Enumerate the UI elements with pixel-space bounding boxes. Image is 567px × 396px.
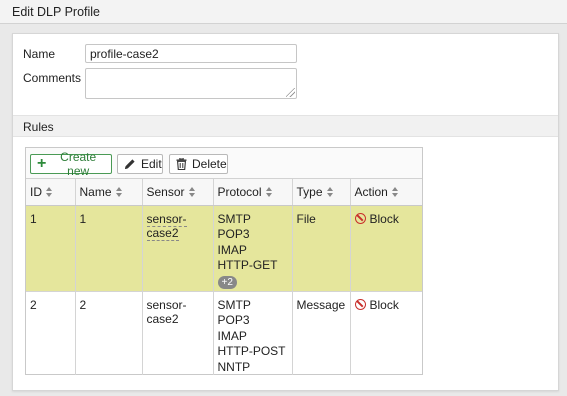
comments-label: Comments — [23, 71, 82, 85]
action-label: Block — [369, 211, 399, 226]
create-new-button[interactable]: + Create new — [30, 150, 112, 178]
protocol-item: HTTP-POST — [217, 344, 286, 358]
column-header-sensor[interactable]: Sensor — [142, 179, 214, 206]
cell-action: Block — [350, 205, 422, 292]
action-label: Block — [369, 297, 399, 312]
cell-name: 2 — [75, 291, 143, 375]
column-header-action[interactable]: Action — [350, 179, 422, 206]
column-header-name[interactable]: Name — [75, 179, 143, 206]
cell-name: 1 — [75, 205, 143, 292]
sort-icon — [46, 186, 53, 197]
sort-icon — [391, 186, 399, 197]
cell-type: File — [292, 205, 351, 292]
protocol-item: SMTP — [217, 297, 251, 312]
protocol-item: IMAP — [217, 328, 247, 343]
sort-icon — [188, 186, 196, 197]
name-input[interactable] — [85, 44, 297, 63]
column-header-id[interactable]: ID — [26, 179, 76, 206]
column-header-protocol[interactable]: Protocol — [213, 179, 293, 206]
table-row[interactable]: 2 2 sensor-case2 SMTP POP3 IMAP HTTP-POS… — [26, 291, 422, 375]
dlp-profile-panel: Name Comments Rules + Create new Edit De… — [12, 33, 559, 391]
cell-id: 2 — [26, 291, 76, 375]
table-header-row: ID Name Sensor Protocol Type Action — [26, 179, 422, 206]
column-header-type[interactable]: Type — [292, 179, 351, 206]
trash-icon — [176, 158, 187, 170]
cell-sensor: sensor-case2 — [142, 205, 214, 292]
rules-section-header: Rules — [13, 115, 558, 137]
protocol-item: POP3 — [217, 313, 250, 327]
protocol-item: NNTP — [217, 359, 251, 374]
table-row[interactable]: 1 1 sensor-case2 SMTP POP3 IMAP HTTP-GET… — [26, 205, 422, 292]
rules-toolbar: + Create new Edit Delete — [26, 148, 422, 179]
comments-input[interactable] — [85, 68, 297, 99]
pencil-icon — [124, 158, 136, 170]
edit-label: Edit — [141, 157, 162, 171]
protocol-item: HTTP-GET — [217, 258, 278, 272]
resize-handle-icon[interactable] — [286, 88, 295, 97]
cell-type: Message — [292, 291, 351, 375]
delete-button[interactable]: Delete — [169, 154, 228, 174]
cell-protocol: SMTP POP3 IMAP HTTP-POST NNTP — [213, 291, 293, 375]
plus-icon: + — [37, 155, 47, 172]
protocol-item: SMTP — [217, 211, 251, 226]
name-label: Name — [23, 47, 56, 61]
cell-sensor: sensor-case2 — [142, 291, 214, 375]
sort-icon — [115, 186, 123, 197]
protocol-item: IMAP — [217, 242, 247, 257]
create-new-label: Create new — [60, 150, 97, 178]
rules-table-container: + Create new Edit Delete ID Name Sensor … — [25, 147, 423, 375]
edit-button[interactable]: Edit — [117, 154, 163, 174]
block-icon — [354, 213, 366, 224]
cell-protocol: SMTP POP3 IMAP HTTP-GET +2 — [213, 205, 293, 292]
rules-table: ID Name Sensor Protocol Type Action 1 1 … — [26, 179, 422, 375]
block-icon — [354, 299, 366, 310]
sort-icon — [326, 186, 334, 197]
sensor-link[interactable]: sensor-case2 — [147, 298, 187, 326]
page-title: Edit DLP Profile — [0, 0, 567, 24]
cell-action: Block — [350, 291, 422, 375]
delete-label: Delete — [192, 157, 227, 171]
protocol-item: POP3 — [217, 227, 250, 241]
sort-icon — [265, 186, 273, 197]
cell-id: 1 — [26, 205, 76, 292]
more-protocols-badge[interactable]: +2 — [217, 275, 237, 289]
sensor-link[interactable]: sensor-case2 — [146, 211, 187, 241]
